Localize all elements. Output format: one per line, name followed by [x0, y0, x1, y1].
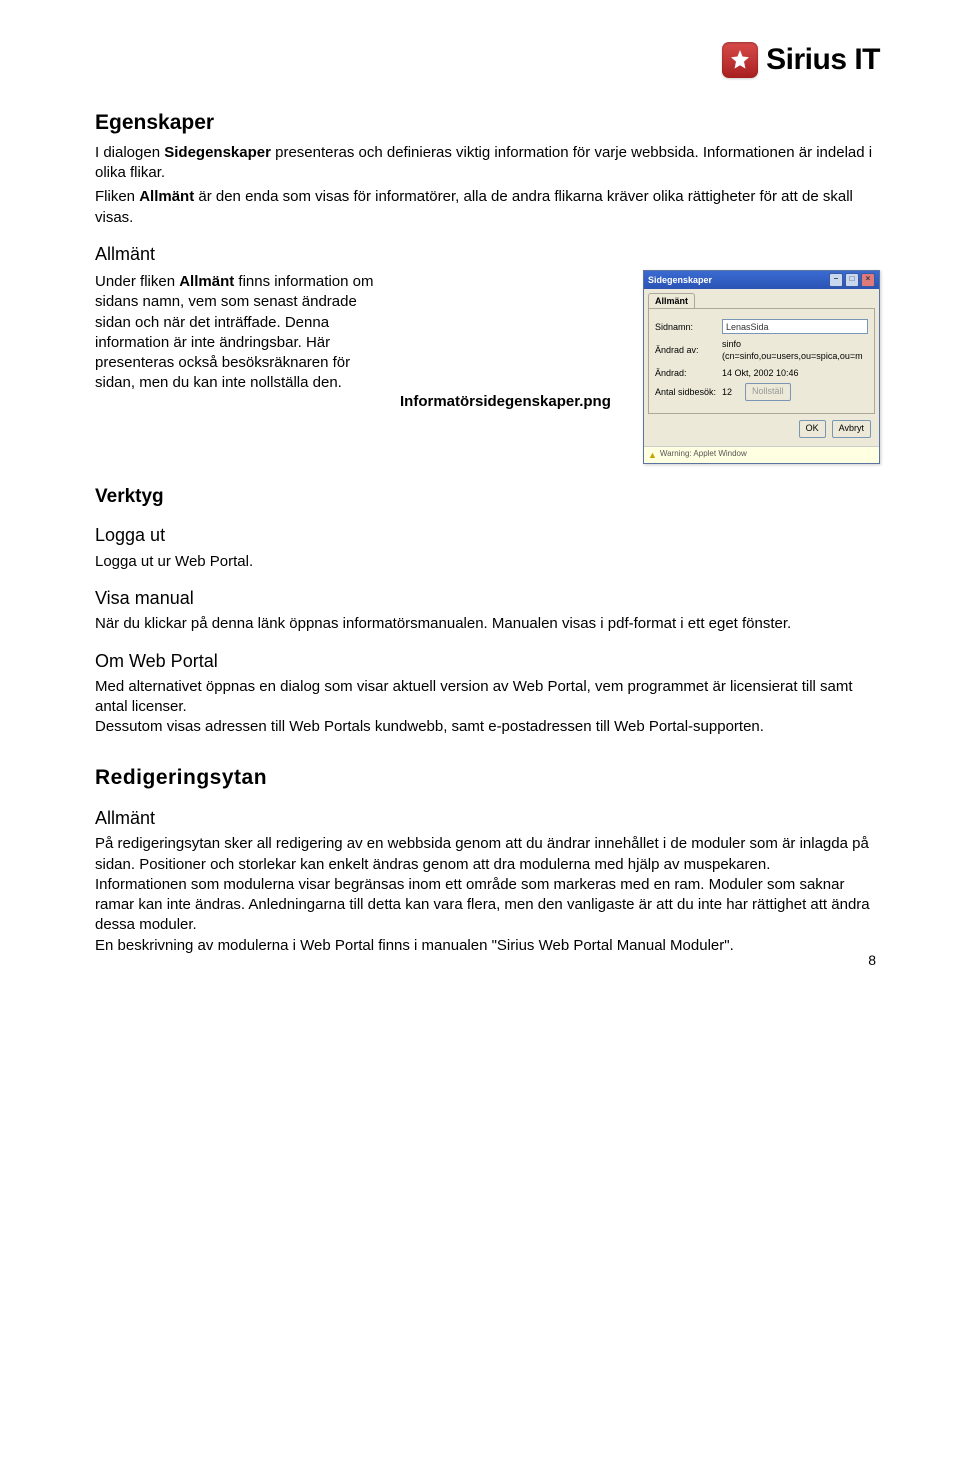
- text-bold: Allmänt: [139, 188, 194, 205]
- subheading-omwebportal: Om Web Portal: [95, 649, 880, 673]
- heading-redigeringsytan: Redigeringsytan: [95, 764, 880, 792]
- text: är den enda som visas för informatörer, …: [95, 188, 853, 225]
- text-bold: Allmänt: [179, 273, 234, 290]
- text: Under fliken: [95, 273, 179, 290]
- value-andradav: sinfo (cn=sinfo,ou=users,ou=spica,ou=m: [722, 338, 868, 362]
- figure-caption: Informatörsidegenskaper.png: [400, 322, 611, 412]
- subheading-allmant2: Allmänt: [95, 806, 880, 830]
- button-ok[interactable]: OK: [799, 420, 826, 438]
- value-andrad: 14 Okt, 2002 10:46: [722, 367, 868, 379]
- label-andradav: Ändrad av:: [655, 344, 717, 356]
- star-icon: [722, 42, 758, 78]
- maximize-icon[interactable]: □: [845, 273, 859, 287]
- button-avbryt[interactable]: Avbryt: [832, 420, 871, 438]
- input-sidnamn[interactable]: LenasSida: [722, 319, 868, 334]
- minimize-icon[interactable]: –: [829, 273, 843, 287]
- para-visamanual: När du klickar på denna länk öppnas info…: [95, 614, 880, 634]
- page-number: 8: [868, 951, 876, 970]
- applet-warning: ▲ Warning: Applet Window: [644, 446, 879, 463]
- para-redigeringsytan: På redigeringsytan sker all redigering a…: [95, 834, 880, 956]
- dialog-sidegenskaper: Sidegenskaper – □ × Allmänt Sidnamn: Len…: [643, 270, 880, 464]
- dialog-title: Sidegenskaper: [648, 274, 712, 286]
- text: I dialogen: [95, 144, 164, 161]
- warning-icon: ▲: [648, 449, 657, 461]
- text: Fliken: [95, 188, 139, 205]
- subheading-visamanual: Visa manual: [95, 586, 880, 610]
- para-loggaut: Logga ut ur Web Portal.: [95, 552, 880, 572]
- text-bold: Sidegenskaper: [164, 144, 271, 161]
- para-omwebportal: Med alternativet öppnas en dialog som vi…: [95, 677, 880, 738]
- label-andrad: Ändrad:: [655, 367, 717, 379]
- close-icon[interactable]: ×: [861, 273, 875, 287]
- text: finns information om sidans namn, vem so…: [95, 273, 373, 391]
- label-sidnamn: Sidnamn:: [655, 321, 717, 333]
- para-egenskaper-1: I dialogen Sidegenskaper presenteras och…: [95, 143, 880, 184]
- para-allmant: Under fliken Allmänt finns information o…: [95, 270, 380, 398]
- tab-allmant[interactable]: Allmänt: [648, 293, 695, 308]
- heading-egenskaper: Egenskaper: [95, 109, 880, 137]
- dialog-titlebar: Sidegenskaper – □ ×: [644, 271, 879, 289]
- header-logo: Sirius IT: [95, 40, 880, 81]
- logo-text: Sirius IT: [766, 40, 880, 81]
- heading-verktyg: Verktyg: [95, 484, 880, 510]
- button-nollstall[interactable]: Nollställ: [745, 383, 791, 401]
- para-egenskaper-2: Fliken Allmänt är den enda som visas för…: [95, 187, 880, 228]
- value-antal: 12: [722, 386, 740, 398]
- warning-text: Warning: Applet Window: [660, 449, 747, 460]
- subheading-loggaut: Logga ut: [95, 523, 880, 547]
- label-antal: Antal sidbesök:: [655, 386, 717, 398]
- subheading-allmant: Allmänt: [95, 242, 880, 266]
